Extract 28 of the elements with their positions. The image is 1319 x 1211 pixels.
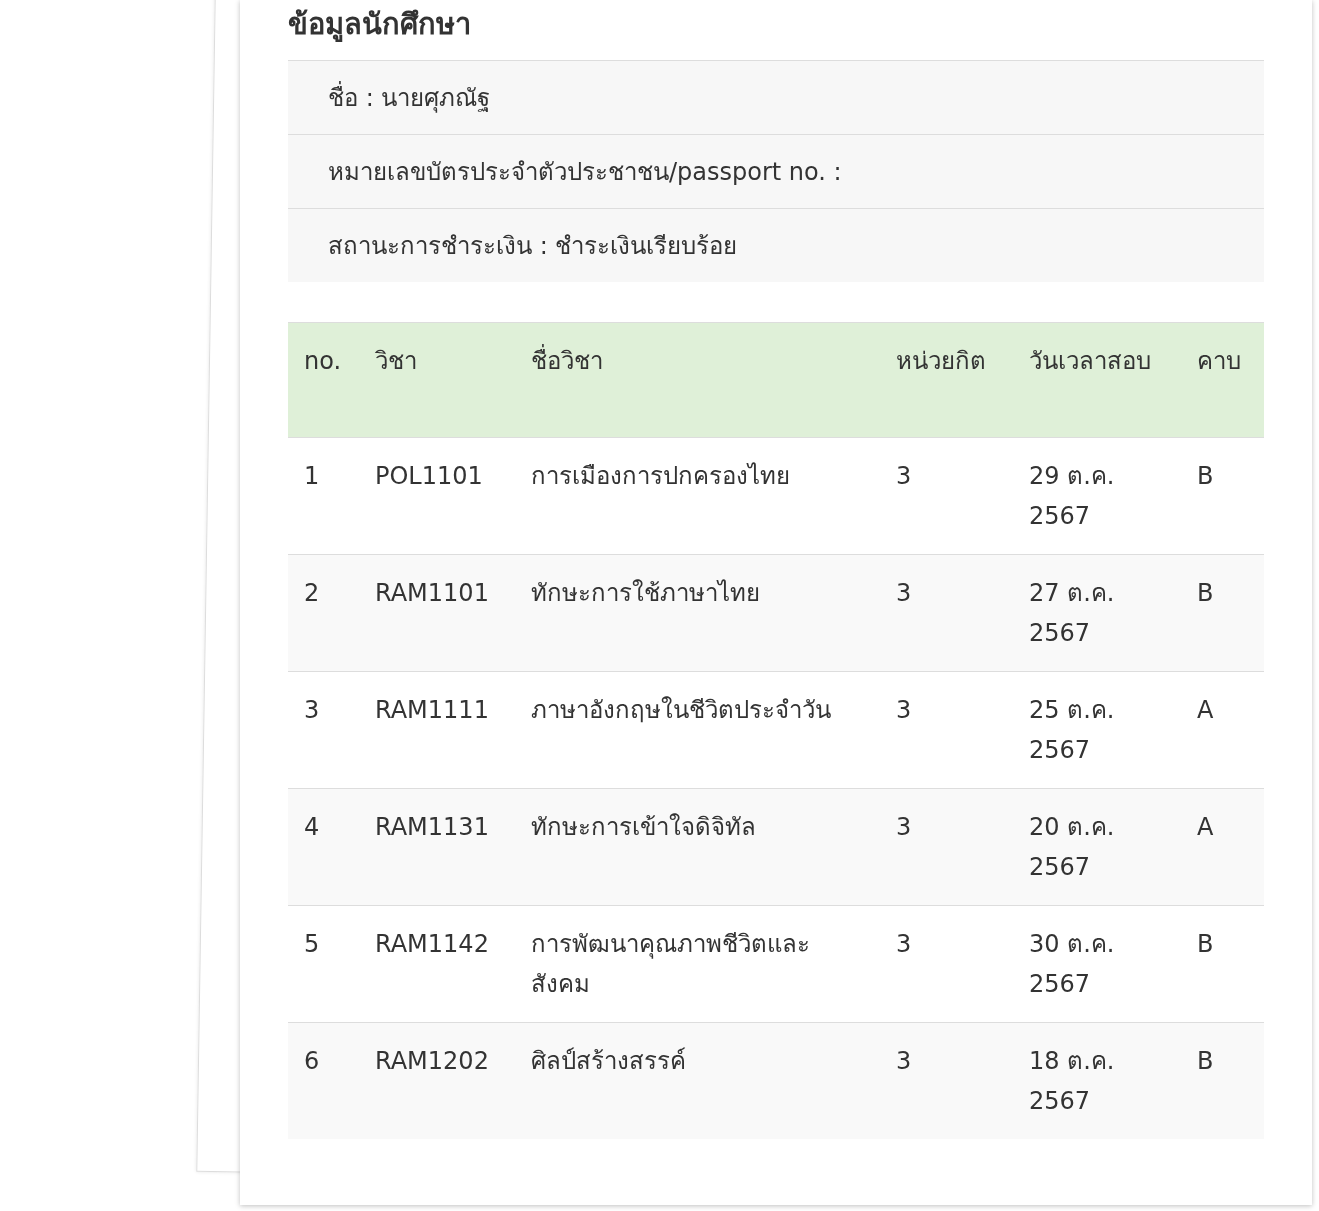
column-header: คาบ — [1181, 322, 1264, 438]
column-header: หน่วยกิต — [880, 322, 1013, 438]
column-header: วันเวลาสอบ — [1013, 322, 1181, 438]
table-cell: RAM1101 — [359, 554, 515, 672]
table-cell: 27 ต.ค. 2567 — [1013, 554, 1181, 672]
table-cell: 4 — [288, 788, 359, 906]
column-header: ชื่อวิชา — [515, 322, 880, 438]
table-cell: ทักษะการเข้าใจดิจิทัล — [515, 788, 880, 906]
table-cell: ทักษะการใช้ภาษาไทย — [515, 554, 880, 672]
column-header: no. — [288, 322, 359, 438]
table-cell: B — [1181, 554, 1264, 672]
table-cell: 6 — [288, 1022, 359, 1139]
info-text: ชื่อ : นายศุภณัฐ — [328, 78, 491, 117]
table-cell: 18 ต.ค. 2567 — [1013, 1022, 1181, 1139]
table-cell: 2 — [288, 554, 359, 672]
column-header: วิชา — [359, 322, 515, 438]
table-cell: 20 ต.ค. 2567 — [1013, 788, 1181, 906]
table-cell: 3 — [880, 788, 1013, 906]
table-cell: 3 — [880, 1022, 1013, 1139]
table-cell: RAM1202 — [359, 1022, 515, 1139]
info-text: สถานะการชำระเงิน : ชำระเงินเรียบร้อย — [328, 231, 738, 262]
table-cell: A — [1181, 788, 1264, 906]
table-cell: 3 — [880, 554, 1013, 672]
table-cell: ศิลป์สร้างสรรค์ — [515, 1022, 880, 1139]
section-title: ข้อมูลนักศึกษา — [288, 6, 472, 44]
table-cell: B — [1181, 1022, 1264, 1139]
info-text: หมายเลขบัตรประจำตัวประชาชน/passport no. : — [328, 157, 842, 188]
table-cell: RAM1131 — [359, 788, 515, 906]
